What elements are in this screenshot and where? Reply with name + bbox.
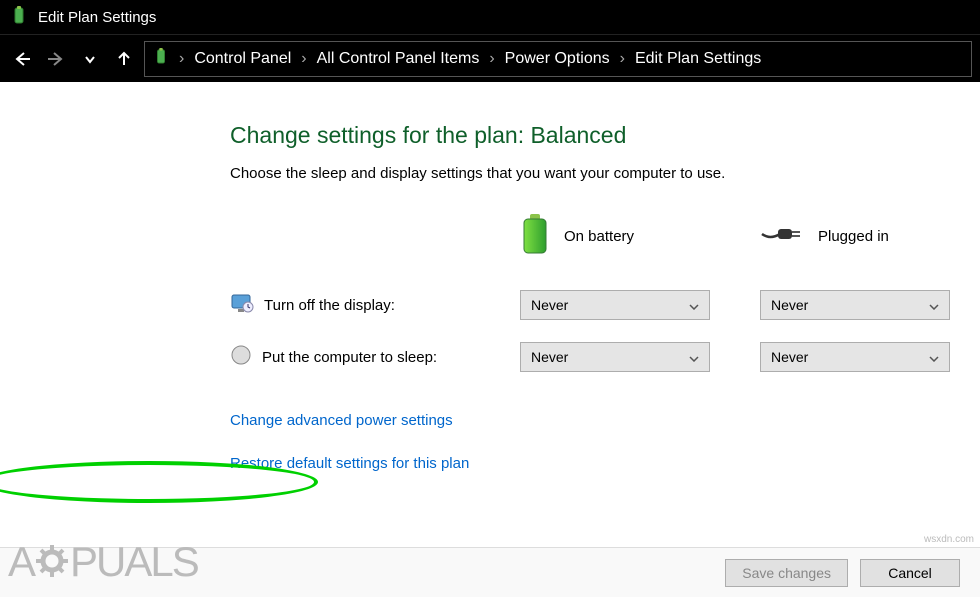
content-area: Change settings for the plan: Balanced C… [0,82,980,498]
breadcrumb[interactable]: All Control Panel Items [317,50,480,68]
title-bar: Edit Plan Settings [0,0,980,34]
chevron-right-icon[interactable]: › [179,50,184,68]
nav-bar: › Control Panel › All Control Panel Item… [0,34,980,82]
cancel-button[interactable]: Cancel [860,559,960,587]
display-plugged-select[interactable]: Never [760,290,950,320]
battery-icon [520,212,550,260]
column-headers: On battery Plugged in [230,212,980,260]
breadcrumb[interactable]: Edit Plan Settings [635,50,761,68]
advanced-settings-link[interactable]: Change advanced power settings [230,412,453,429]
moon-icon [230,344,252,370]
chevron-down-icon [689,349,699,365]
breadcrumb[interactable]: Power Options [505,50,610,68]
window-title: Edit Plan Settings [38,9,156,26]
forward-button[interactable] [42,45,70,73]
page-heading: Change settings for the plan: Balanced [230,122,980,149]
chevron-down-icon [689,297,699,313]
chevron-down-icon [929,349,939,365]
battery-icon [153,47,169,70]
sleep-battery-select[interactable]: Never [520,342,710,372]
sleep-timeout-row: Put the computer to sleep: Never Never [230,342,980,372]
up-button[interactable] [110,45,138,73]
plug-icon [760,222,804,250]
chevron-down-icon [929,297,939,313]
breadcrumb[interactable]: Control Panel [194,50,291,68]
chevron-right-icon[interactable]: › [620,50,625,68]
chevron-right-icon[interactable]: › [489,50,494,68]
sleep-plugged-select[interactable]: Never [760,342,950,372]
display-battery-select[interactable]: Never [520,290,710,320]
back-button[interactable] [8,45,36,73]
battery-icon [10,5,28,29]
on-battery-header: On battery [520,212,710,260]
address-bar[interactable]: › Control Panel › All Control Panel Item… [144,41,972,77]
watermark-site: wsxdn.com [924,534,974,545]
plugged-in-header: Plugged in [760,222,950,250]
sleep-timeout-label: Put the computer to sleep: [262,349,437,366]
save-button[interactable]: Save changes [725,559,848,587]
display-timeout-label: Turn off the display: [264,297,395,314]
watermark-logo: APUALS [8,538,198,589]
recent-dropdown[interactable] [76,45,104,73]
chevron-right-icon[interactable]: › [301,50,306,68]
display-icon [230,291,254,319]
display-timeout-row: Turn off the display: Never Never [230,290,980,320]
page-subheading: Choose the sleep and display settings th… [230,165,980,182]
